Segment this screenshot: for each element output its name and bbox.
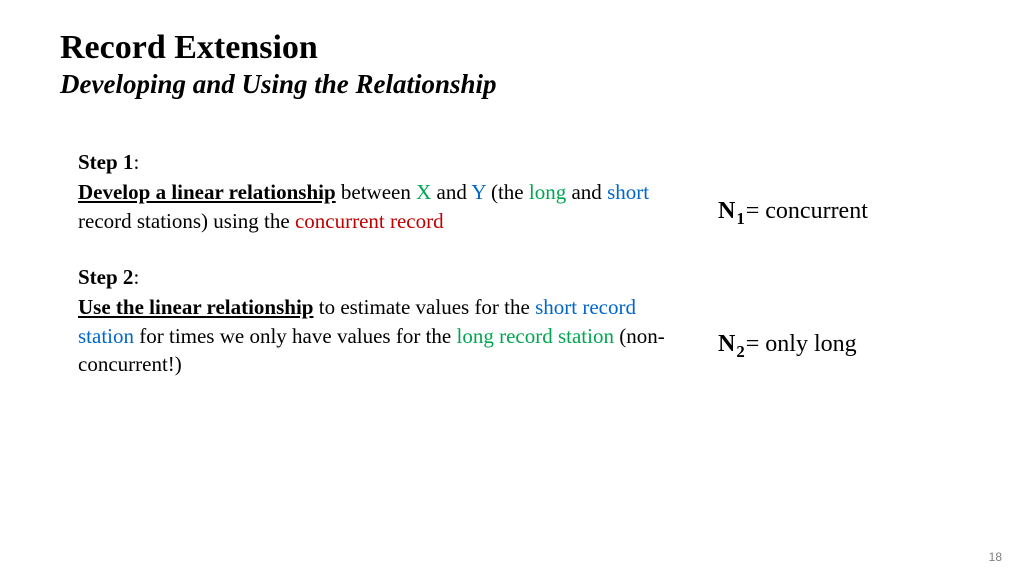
- slide-subtitle: Developing and Using the Relationship: [60, 69, 964, 100]
- step1-block: Step 1: Develop a linear relationship be…: [78, 148, 688, 235]
- n1-subscript: 1: [736, 209, 744, 229]
- text: (the: [486, 180, 529, 204]
- y-var: Y: [471, 180, 485, 204]
- text: and: [431, 180, 471, 204]
- long-station: long record station: [457, 324, 614, 348]
- step2-label: Step 2: [78, 265, 133, 289]
- text: for times we only have values for the: [134, 324, 457, 348]
- x-var: X: [416, 180, 431, 204]
- colon: :: [133, 150, 139, 174]
- text: record stations) using the: [78, 209, 295, 233]
- slide: Record Extension Developing and Using th…: [0, 0, 1024, 576]
- left-column: Step 1: Develop a linear relationship be…: [78, 148, 688, 378]
- page-number: 18: [989, 550, 1002, 564]
- n2-subscript: 2: [736, 342, 744, 362]
- text: between: [336, 180, 416, 204]
- text: and: [566, 180, 607, 204]
- step1-body: Develop a linear relationship between X …: [78, 178, 688, 235]
- text: to estimate values for the: [313, 295, 535, 319]
- short-word: short: [607, 180, 649, 204]
- step1-develop: Develop a linear relationship: [78, 180, 336, 204]
- n2-rhs: = only long: [746, 331, 857, 358]
- n1-symbol: N: [718, 198, 735, 225]
- n2-symbol: N: [718, 331, 735, 358]
- n1-rhs: = concurrent: [746, 198, 868, 225]
- long-word: long: [529, 180, 566, 204]
- step2-body: Use the linear relationship to estimate …: [78, 293, 688, 378]
- colon: :: [133, 265, 139, 289]
- content-area: Step 1: Develop a linear relationship be…: [60, 148, 964, 378]
- step2-use: Use the linear relationship: [78, 295, 313, 319]
- concurrent-record: concurrent record: [295, 209, 444, 233]
- n1-equation: N1 = concurrent: [718, 198, 964, 225]
- right-column: N1 = concurrent N2 = only long: [688, 148, 964, 378]
- step2-block: Step 2: Use the linear relationship to e…: [78, 263, 688, 378]
- step1-label: Step 1: [78, 150, 133, 174]
- slide-title: Record Extension: [60, 28, 964, 67]
- n2-equation: N2 = only long: [718, 331, 964, 358]
